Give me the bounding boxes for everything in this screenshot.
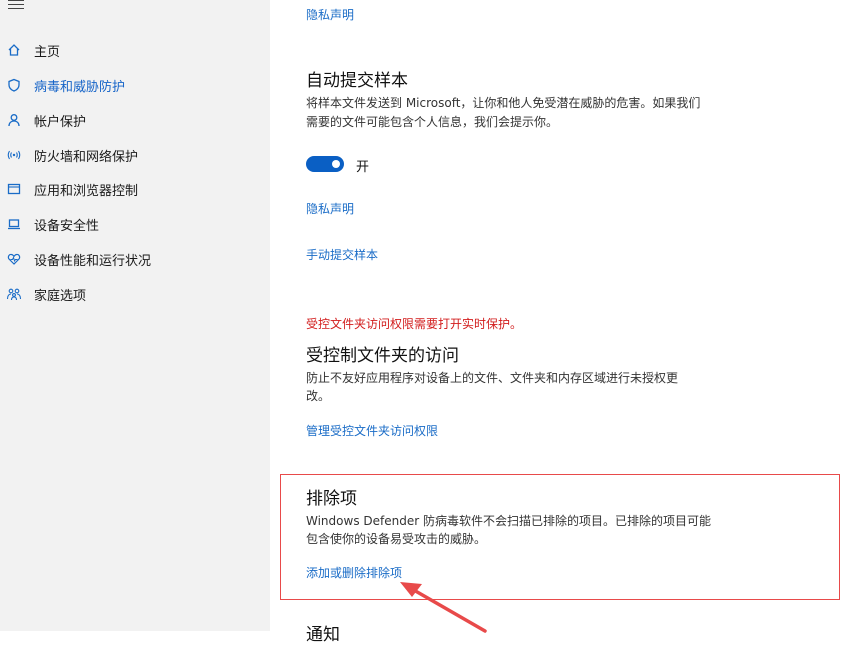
privacy-statement-link[interactable]: 隐私声明 <box>306 200 354 217</box>
manage-controlled-folder-link[interactable]: 管理受控文件夹访问权限 <box>306 422 438 439</box>
sidebar-item-virus-threat-protection[interactable]: 病毒和威胁防护 <box>0 70 270 100</box>
sidebar-item-device-security[interactable]: 设备安全性 <box>0 209 270 239</box>
sidebar-item-firewall[interactable]: 防火墙和网络保护 <box>0 140 270 170</box>
shield-icon <box>6 77 22 93</box>
annotation-highlight-box <box>280 474 840 600</box>
sidebar-item-label: 帐户保护 <box>34 114 87 130</box>
sidebar-item-family-options[interactable]: 家庭选项 <box>0 279 270 309</box>
sidebar-item-label: 病毒和威胁防护 <box>34 79 126 95</box>
heart-icon <box>6 251 22 267</box>
controlled-folder-description-line1: 防止不友好应用程序对设备上的文件、文件夹和内存区域进行未授权更 <box>306 371 679 385</box>
home-icon <box>6 42 22 58</box>
sidebar: 主页 病毒和威胁防护 帐户保护 防火墙和网络保护 应用和浏览器控制 设备安全性 <box>0 0 270 631</box>
controlled-folder-title: 受控制文件夹的访问 <box>306 346 459 366</box>
sidebar-item-device-health[interactable]: 设备性能和运行状况 <box>0 244 270 274</box>
sidebar-item-account-protection[interactable]: 帐户保护 <box>0 105 270 135</box>
laptop-icon <box>6 216 22 232</box>
auto-submit-description-line2: 需要的文件可能包含个人信息，我们会提示你。 <box>306 115 559 129</box>
realtime-protection-warning: 受控文件夹访问权限需要打开实时保护。 <box>306 317 523 331</box>
controlled-folder-description-line2: 改。 <box>306 389 331 403</box>
auto-submit-description-line1: 将样本文件发送到 Microsoft，让你和他人免受潜在威胁的危害。如果我们 <box>306 96 701 110</box>
family-icon <box>6 286 22 302</box>
privacy-statement-link-top[interactable]: 隐私声明 <box>306 6 354 23</box>
sidebar-item-label: 应用和浏览器控制 <box>34 183 139 199</box>
wifi-antenna-icon <box>6 147 22 163</box>
sidebar-item-home[interactable]: 主页 <box>0 35 270 65</box>
sidebar-item-label: 防火墙和网络保护 <box>34 149 139 165</box>
annotation-arrow-icon <box>400 582 487 633</box>
hamburger-menu-icon[interactable] <box>8 0 24 10</box>
sidebar-item-label: 主页 <box>34 44 61 60</box>
browser-window-icon <box>6 181 22 197</box>
auto-submit-toggle-label: 开 <box>356 160 370 175</box>
auto-submit-title: 自动提交样本 <box>306 71 408 91</box>
auto-submit-toggle[interactable] <box>306 156 344 172</box>
sidebar-item-app-browser-control[interactable]: 应用和浏览器控制 <box>0 174 270 204</box>
notifications-title: 通知 <box>306 625 340 645</box>
sidebar-item-label: 家庭选项 <box>34 288 87 304</box>
manual-submit-sample-link[interactable]: 手动提交样本 <box>306 246 378 263</box>
sidebar-item-label: 设备安全性 <box>34 218 100 234</box>
person-icon <box>6 112 22 128</box>
toggle-knob <box>332 160 340 168</box>
sidebar-item-label: 设备性能和运行状况 <box>34 253 152 269</box>
